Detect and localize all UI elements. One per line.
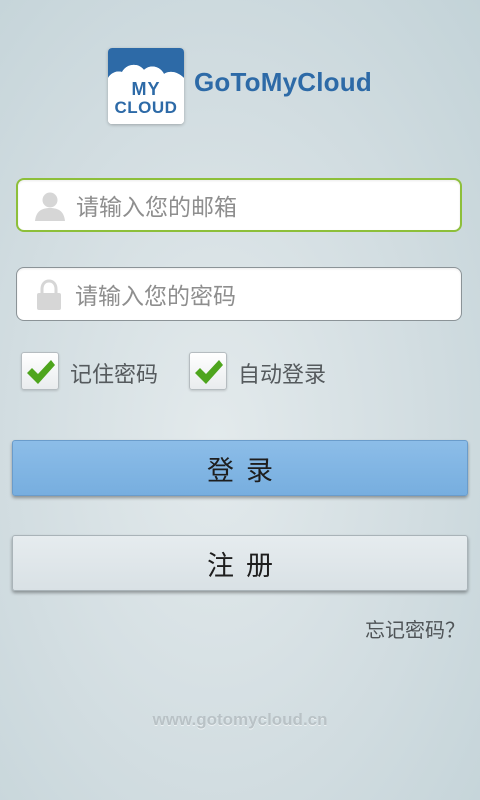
logo-text-my: MY bbox=[131, 79, 161, 99]
user-icon bbox=[34, 191, 66, 225]
forgot-password-link[interactable]: 忘记密码？ bbox=[365, 614, 465, 643]
auto-login-label: 自动登录 bbox=[238, 363, 327, 388]
logo-text-cloud: CLOUD bbox=[114, 98, 178, 117]
remember-password-checkbox[interactable] bbox=[21, 352, 59, 390]
password-field[interactable]: 请输入您的密码 bbox=[16, 267, 462, 321]
app-logo: MY CLOUD bbox=[108, 48, 184, 124]
register-button[interactable]: 注册 bbox=[12, 535, 468, 591]
register-button-label: 注册 bbox=[207, 550, 285, 582]
lock-icon bbox=[33, 279, 65, 315]
footer-url: www.gotomycloud.cn bbox=[152, 710, 328, 729]
email-placeholder: 请输入您的邮箱 bbox=[76, 195, 237, 221]
login-button-label: 登录 bbox=[207, 455, 285, 487]
auto-login-checkbox[interactable] bbox=[189, 352, 227, 390]
password-placeholder: 请输入您的密码 bbox=[75, 284, 236, 310]
remember-password-label: 记住密码 bbox=[70, 363, 159, 388]
checkmark-icon bbox=[27, 360, 55, 384]
brand-name: GoToMyCloud bbox=[194, 67, 372, 97]
checkmark-icon bbox=[195, 360, 223, 384]
login-button[interactable]: 登录 bbox=[12, 440, 468, 496]
email-field[interactable]: 请输入您的邮箱 bbox=[16, 178, 462, 232]
login-screen: MY CLOUD GoToMyCloud 请输入您的邮箱 请输入您的密码 记住密… bbox=[0, 0, 480, 800]
